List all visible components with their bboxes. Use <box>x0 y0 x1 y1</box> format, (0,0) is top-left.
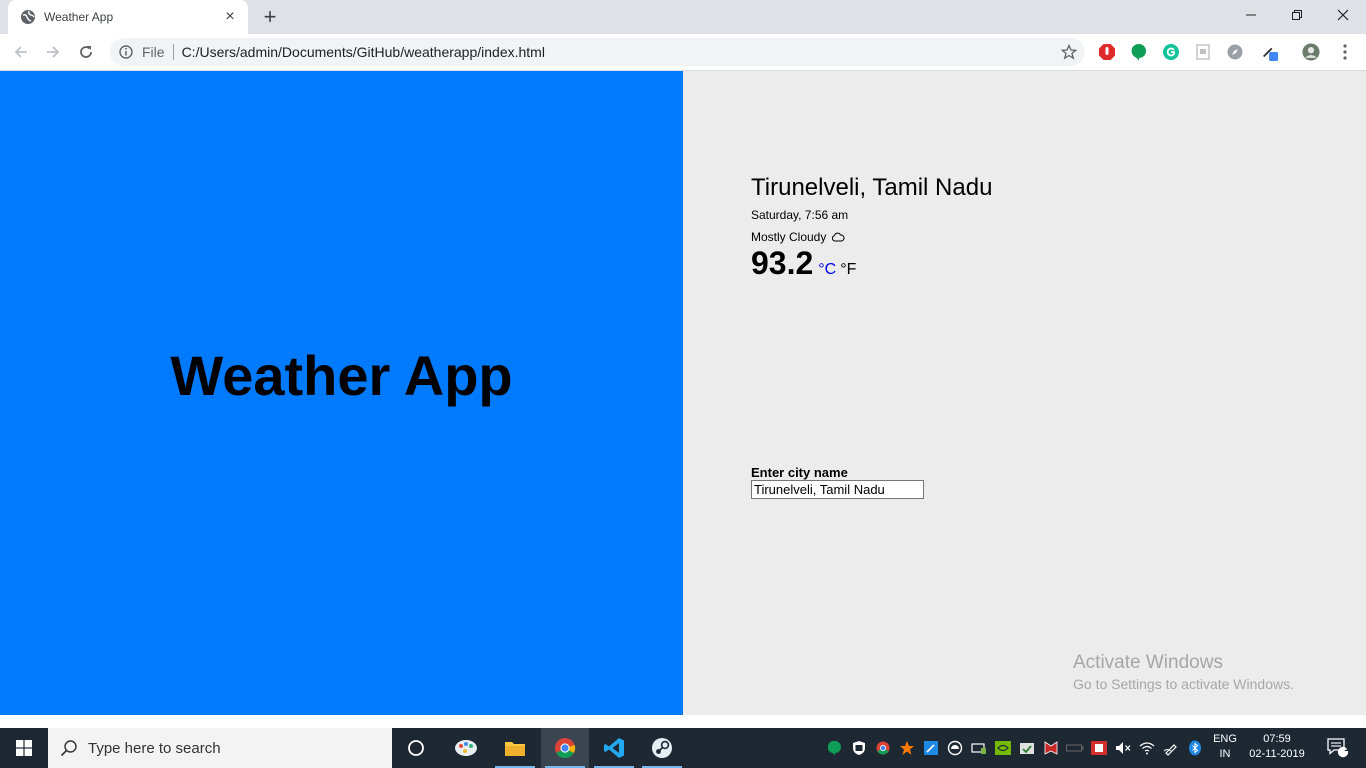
clock-time: 07:59 <box>1263 733 1291 745</box>
condition-text: Mostly Cloudy <box>751 230 827 244</box>
profile-avatar-icon[interactable] <box>1302 43 1320 61</box>
chrome-app-button[interactable] <box>541 728 589 768</box>
windows-logo-icon <box>16 740 32 756</box>
city-input[interactable] <box>751 480 924 499</box>
nvidia-tray-icon[interactable] <box>994 739 1012 757</box>
tab-title: Weather App <box>44 10 114 24</box>
globe-icon <box>20 9 36 25</box>
chrome-icon <box>555 738 576 759</box>
steam-app-button[interactable] <box>638 728 686 768</box>
notification-count: 1 <box>1344 743 1350 754</box>
taskbar-search[interactable]: Type here to search <box>48 728 392 768</box>
restore-button[interactable] <box>1274 0 1320 30</box>
cortana-button[interactable] <box>392 728 440 768</box>
temperature-row: 93.2 °C °F <box>751 245 856 282</box>
weather-page: Weather App Tirunelveli, Tamil Nadu Satu… <box>0 71 1366 715</box>
tab-strip: Weather App × + <box>0 0 1366 34</box>
minimize-button[interactable] <box>1228 0 1274 30</box>
bookmark-star-icon[interactable] <box>1061 44 1077 60</box>
wifi-icon[interactable] <box>1138 739 1156 757</box>
paint-app-button[interactable] <box>442 728 490 768</box>
browser-tab[interactable]: Weather App × <box>8 0 248 34</box>
celsius-toggle[interactable]: °C <box>818 261 836 279</box>
date-time: Saturday, 7:56 am <box>751 208 849 222</box>
start-button[interactable] <box>0 728 48 768</box>
mcafee-tray-icon[interactable] <box>1042 739 1060 757</box>
hangouts-extension-icon[interactable] <box>1130 43 1148 61</box>
network-adapter-tray-icon[interactable] <box>970 739 988 757</box>
file-explorer-icon <box>505 742 525 756</box>
security-tray-icon[interactable] <box>850 739 868 757</box>
volume-muted-icon[interactable] <box>1114 739 1132 757</box>
steam-icon <box>652 738 672 758</box>
left-panel: Weather App <box>0 71 683 715</box>
colorpicker-extension-icon[interactable] <box>1261 43 1279 61</box>
edge-tray-icon[interactable] <box>946 739 964 757</box>
app-title: Weather App <box>170 344 513 407</box>
weather-condition: Mostly Cloudy <box>751 230 845 244</box>
vscode-icon <box>604 738 624 758</box>
cloud-icon <box>831 232 845 242</box>
paint-icon <box>455 740 477 756</box>
language-indicator[interactable]: ENG IN <box>1210 732 1240 762</box>
close-window-button[interactable] <box>1320 0 1366 30</box>
compass-extension-icon[interactable] <box>1226 43 1244 61</box>
scheme-label: File <box>142 44 165 60</box>
notes-tray-icon[interactable] <box>922 739 940 757</box>
language-region: IN <box>1219 748 1231 760</box>
grammarly-extension-icon[interactable] <box>1162 43 1180 61</box>
clock-date: 02-11-2019 <box>1249 748 1305 760</box>
location-name: Tirunelveli, Tamil Nadu <box>751 174 993 201</box>
tab-close-icon[interactable]: × <box>222 9 238 25</box>
bluetooth-icon[interactable] <box>1186 739 1204 757</box>
back-button[interactable] <box>8 39 34 65</box>
chrome-menu-icon[interactable] <box>1336 43 1354 61</box>
vscode-app-button[interactable] <box>590 728 638 768</box>
avast-tray-icon[interactable] <box>898 739 916 757</box>
pen-tray-icon[interactable] <box>1162 739 1180 757</box>
address-separator <box>172 44 174 60</box>
chrome-tray-icon[interactable] <box>874 739 892 757</box>
battery-tray-icon[interactable] <box>1066 739 1084 757</box>
update-tray-icon[interactable] <box>1018 739 1036 757</box>
taskbar-clock[interactable]: 07:59 02-11-2019 <box>1246 732 1308 762</box>
activate-windows-subtitle: Go to Settings to activate Windows. <box>1073 676 1294 692</box>
activate-windows-title: Activate Windows <box>1073 652 1223 673</box>
search-icon <box>60 739 78 757</box>
file-explorer-button[interactable] <box>491 728 539 768</box>
clipper-extension-icon[interactable] <box>1194 43 1212 61</box>
new-tab-button[interactable]: + <box>258 4 282 29</box>
cortana-icon <box>408 740 424 756</box>
right-panel: Tirunelveli, Tamil Nadu Saturday, 7:56 a… <box>683 71 1366 715</box>
city-input-label: Enter city name <box>751 465 848 480</box>
address-bar[interactable]: File C:/Users/admin/Documents/GitHub/wea… <box>110 38 1085 66</box>
url-text[interactable]: C:/Users/admin/Documents/GitHub/weathera… <box>182 44 545 60</box>
adblock-extension-icon[interactable] <box>1098 43 1116 61</box>
forward-button[interactable] <box>40 39 66 65</box>
temperature-value: 93.2 <box>751 245 814 281</box>
action-center-button[interactable]: 1 <box>1318 728 1358 768</box>
record-tray-icon[interactable] <box>1090 739 1108 757</box>
fahrenheit-toggle[interactable]: °F <box>840 261 856 279</box>
language-code: ENG <box>1213 733 1237 745</box>
reload-button[interactable] <box>73 39 99 65</box>
search-placeholder: Type here to search <box>88 739 221 757</box>
info-icon[interactable] <box>118 44 134 60</box>
hangouts-tray-icon[interactable] <box>826 739 844 757</box>
browser-toolbar: File C:/Users/admin/Documents/GitHub/wea… <box>0 34 1366 71</box>
windows-taskbar: Type here to search ENG IN 07:59 02-11-2… <box>0 728 1366 768</box>
